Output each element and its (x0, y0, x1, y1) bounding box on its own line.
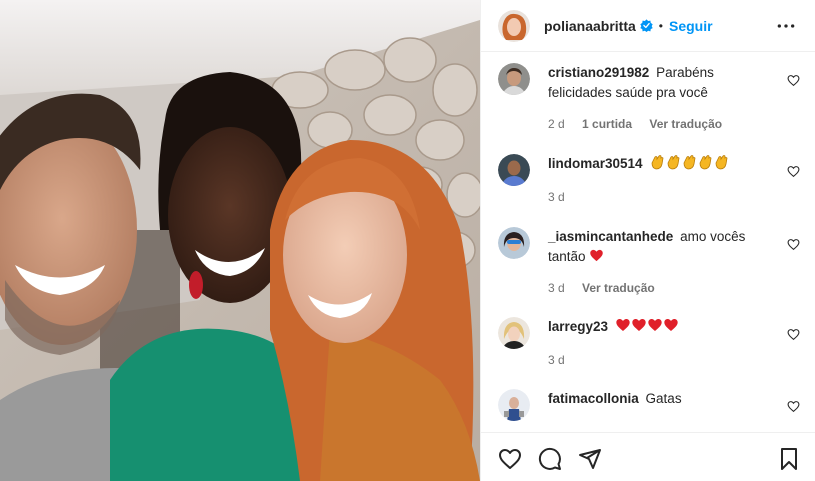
comment-timestamp: 3 d (548, 281, 565, 295)
red-heart-emoji-icon (664, 319, 678, 331)
header-separator: • (658, 18, 663, 33)
commenter-avatar[interactable] (498, 63, 530, 95)
comment-timestamp: 3 d (548, 190, 565, 204)
author-avatar[interactable] (498, 9, 530, 42)
like-comment-heart-icon[interactable] (787, 400, 800, 413)
more-options-icon[interactable] (776, 16, 796, 36)
comment-likes-count[interactable]: 1 curtida (582, 117, 632, 131)
post-action-bar (481, 432, 815, 481)
follow-button[interactable]: Seguir (669, 18, 713, 34)
post-side-panel: polianaabritta • Seguir cristiano291982 (480, 0, 815, 481)
commenter-username[interactable]: cristiano291982 (548, 65, 649, 80)
like-comment-heart-icon[interactable] (787, 74, 800, 87)
commenter-avatar[interactable] (498, 227, 530, 259)
clapping-hands-emoji-icon (699, 155, 712, 170)
see-translation-link[interactable]: Ver tradução (582, 281, 655, 295)
commenter-username[interactable]: fatimacollonia (548, 391, 639, 406)
like-comment-heart-icon[interactable] (787, 165, 800, 178)
like-comment-heart-icon[interactable] (787, 238, 800, 251)
comment-item: fatimacollonia Gatas 3 d (498, 389, 803, 425)
see-translation-link[interactable]: Ver tradução (649, 117, 722, 131)
comment-icon[interactable] (538, 447, 562, 471)
commenter-avatar[interactable] (498, 389, 530, 421)
commenter-avatar[interactable] (498, 154, 530, 186)
red-heart-emoji-icon (648, 319, 662, 331)
comment-item: larregy23 3 d (498, 317, 803, 377)
commenter-username[interactable]: larregy23 (548, 319, 608, 334)
red-heart-emoji-icon (616, 319, 630, 331)
save-icon[interactable] (777, 447, 801, 471)
comment-item: lindomar30514 3 d (498, 154, 803, 214)
comment-item: _iasmincantanhede amo vocês tantão 3 d V… (498, 227, 803, 307)
commenter-username[interactable]: _iasmincantanhede (548, 229, 673, 244)
comment-emojis (649, 155, 729, 171)
clapping-hands-emoji-icon (715, 155, 728, 170)
post-photo-image (0, 0, 480, 481)
author-username[interactable]: polianaabritta (544, 18, 636, 34)
post-photo[interactable] (0, 0, 480, 481)
verified-badge-icon (640, 19, 653, 32)
comment-timestamp: 3 d (548, 353, 565, 367)
comment-item: cristiano291982 Parabéns felicidades saú… (498, 63, 803, 143)
post-header: polianaabritta • Seguir (481, 0, 815, 52)
comment-timestamp: 2 d (548, 117, 565, 131)
commenter-avatar[interactable] (498, 317, 530, 349)
clapping-hands-emoji-icon (683, 155, 696, 170)
comments-list[interactable]: cristiano291982 Parabéns felicidades saú… (481, 53, 815, 425)
heart-icon[interactable] (498, 447, 522, 471)
clapping-hands-emoji-icon (651, 155, 664, 170)
share-icon[interactable] (578, 447, 602, 471)
red-heart-emoji-icon (632, 319, 646, 331)
comment-text: Gatas (645, 391, 682, 406)
red-heart-emoji-icon (590, 249, 604, 262)
clapping-hands-emoji-icon (667, 155, 680, 170)
like-comment-heart-icon[interactable] (787, 328, 800, 341)
comment-emojis (615, 319, 679, 334)
commenter-username[interactable]: lindomar30514 (548, 156, 643, 171)
